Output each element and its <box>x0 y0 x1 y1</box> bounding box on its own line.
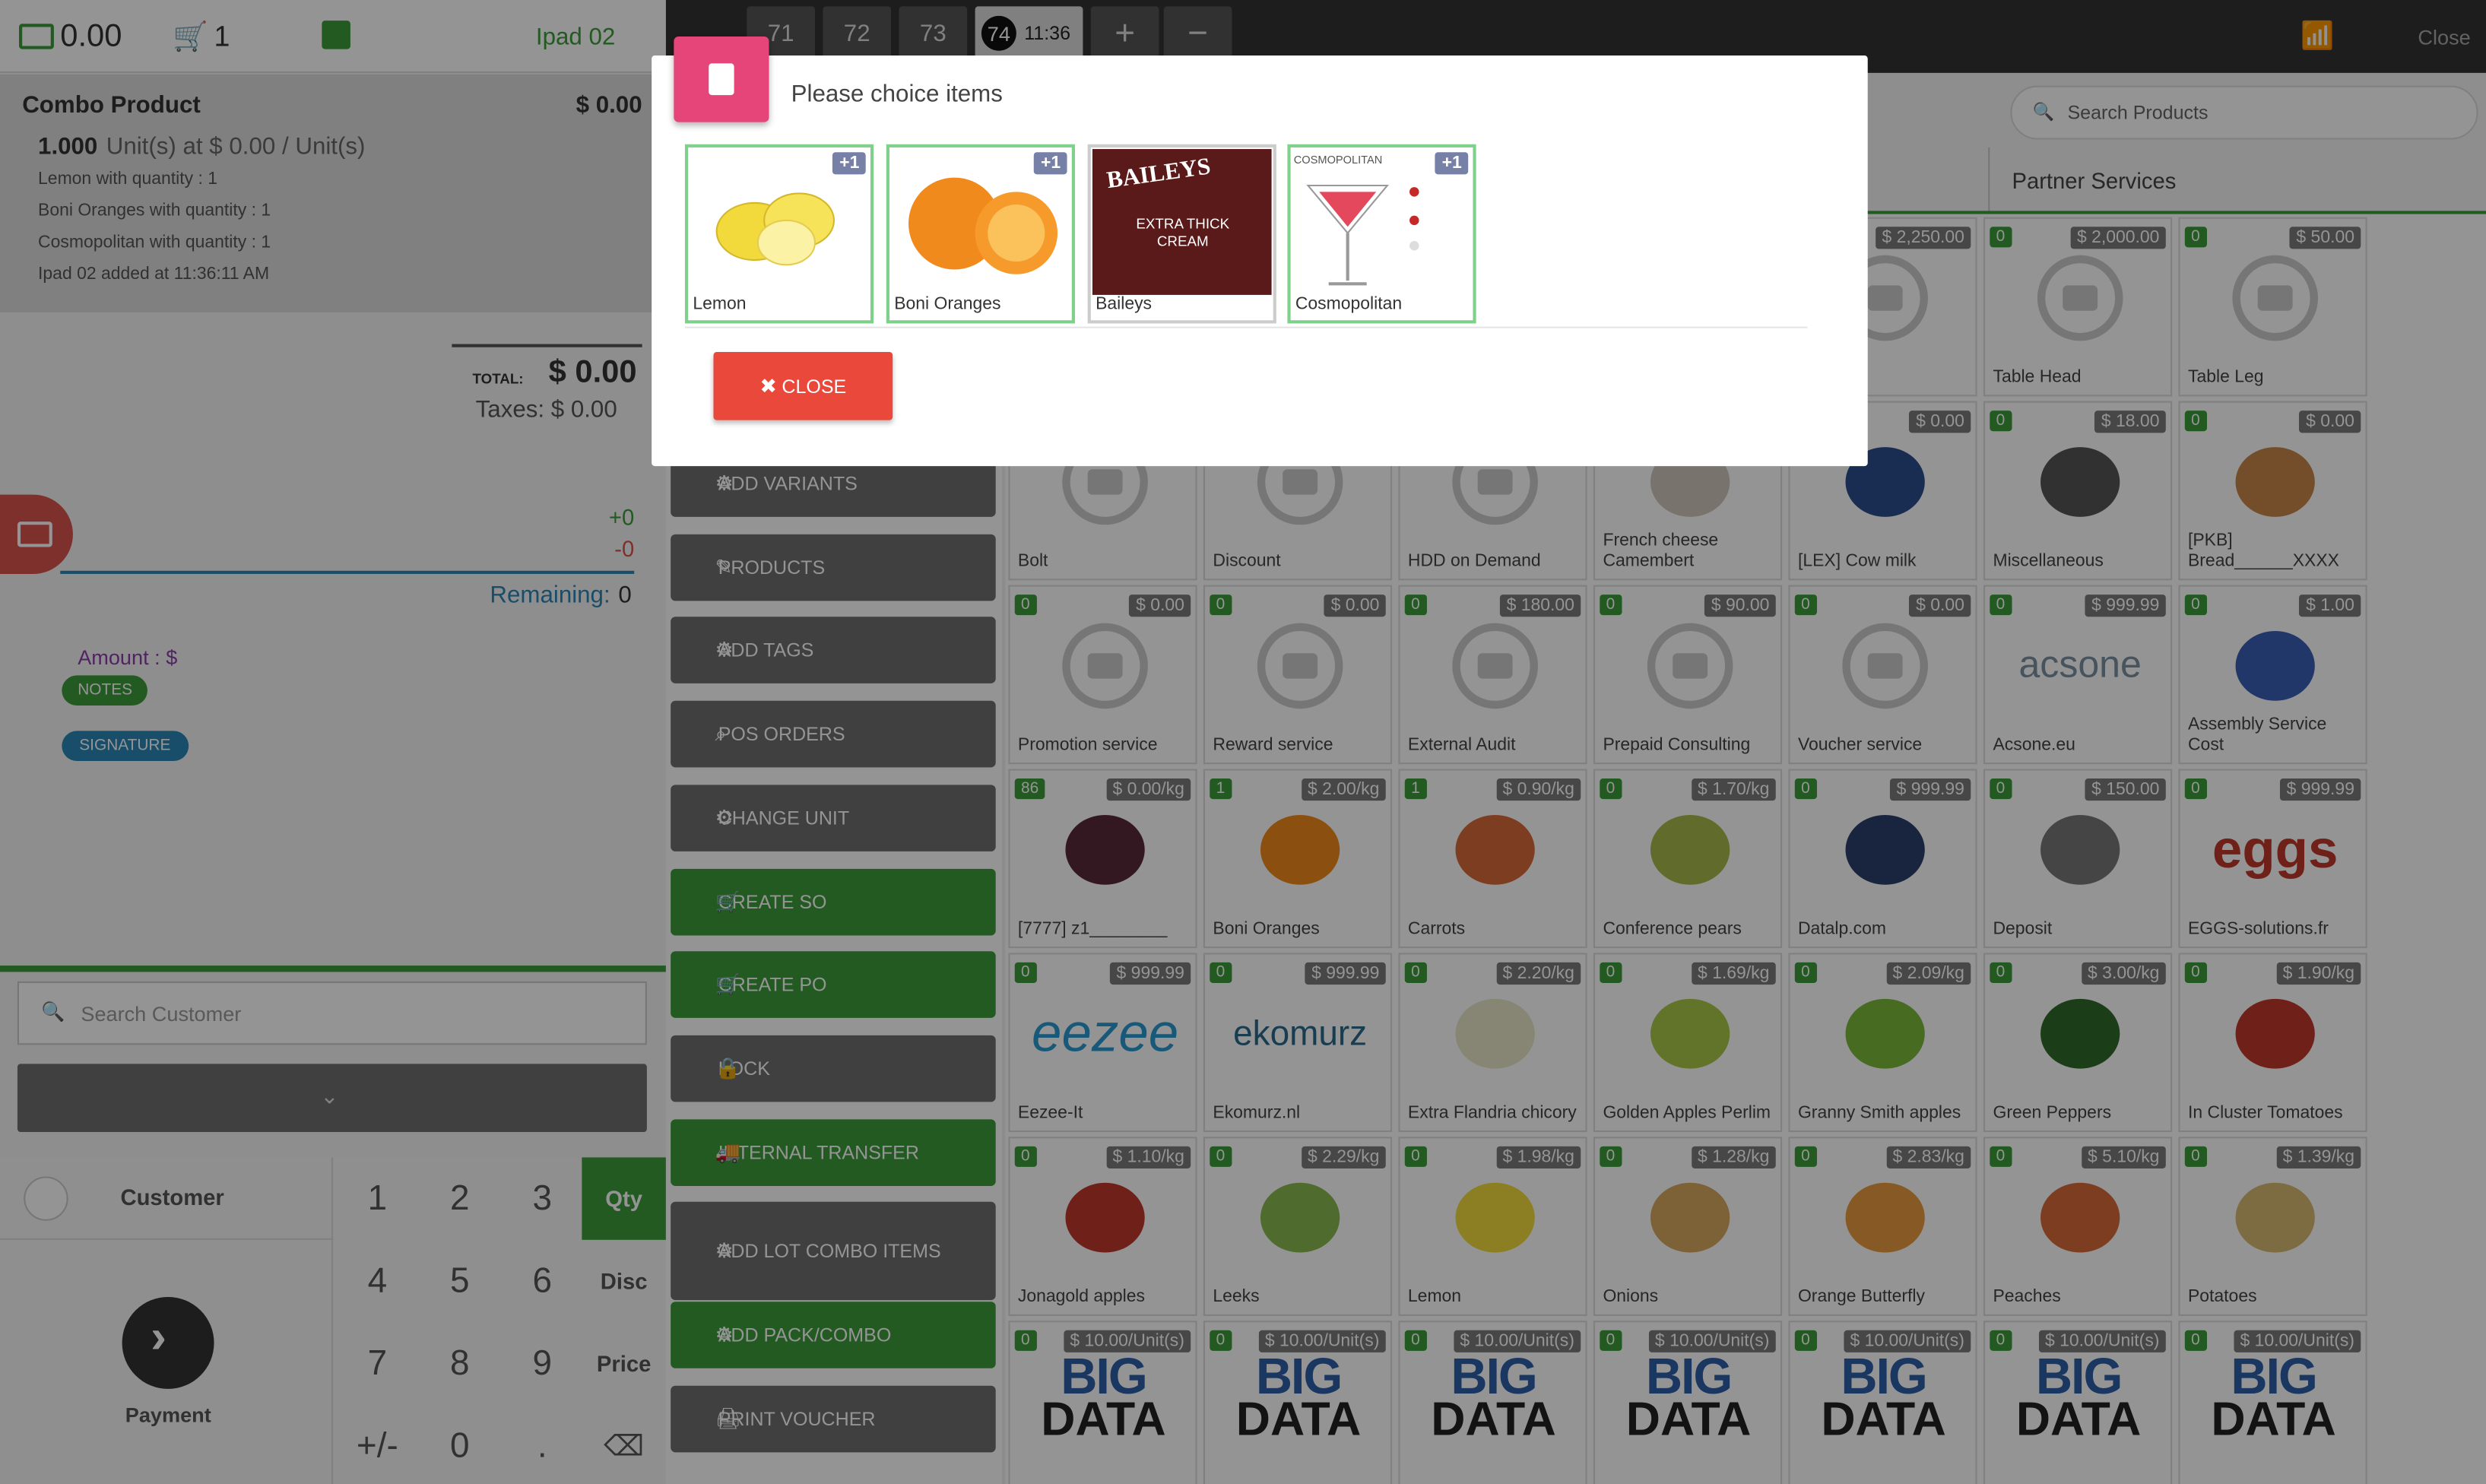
item-name: Boni Oranges <box>894 294 1001 314</box>
close-label: CLOSE <box>782 375 847 398</box>
cocktail-image <box>1306 184 1419 286</box>
close-icon: ✖ <box>759 373 778 398</box>
choice-item-cosmopolitan[interactable]: +1 COSMOPOLITAN Cosmopolitan <box>1287 144 1476 324</box>
baileys-subtitle: EXTRA THICK CREAM <box>1136 215 1230 249</box>
baileys-image: BAILEYS EXTRA THICK CREAM <box>1092 149 1272 295</box>
choice-item-lemon[interactable]: +1 Lemon <box>684 144 874 324</box>
dialog-divider <box>684 326 1808 328</box>
close-button[interactable]: ✖ CLOSE <box>713 351 893 420</box>
cosmopolitan-label: COSMOPOLITAN <box>1293 155 1383 166</box>
choice-item-boni-oranges[interactable]: +1 Boni Oranges <box>886 144 1075 324</box>
item-name: Cosmopolitan <box>1295 294 1403 314</box>
orange-image <box>908 177 1058 274</box>
item-count-badge: +1 <box>832 152 866 175</box>
dialog-title: Please choice items <box>791 81 1003 108</box>
choose-items-dialog: Please choice items +1 Lemon +1 Boni Ora… <box>652 36 1868 467</box>
item-name: Lemon <box>693 294 747 314</box>
item-name: Baileys <box>1096 294 1153 314</box>
baileys-logo: BAILEYS <box>1105 154 1213 195</box>
lemon-image <box>715 192 836 266</box>
clipboard-icon <box>674 36 769 122</box>
choice-item-baileys[interactable]: +1 BAILEYS EXTRA THICK CREAM Baileys <box>1087 144 1276 324</box>
